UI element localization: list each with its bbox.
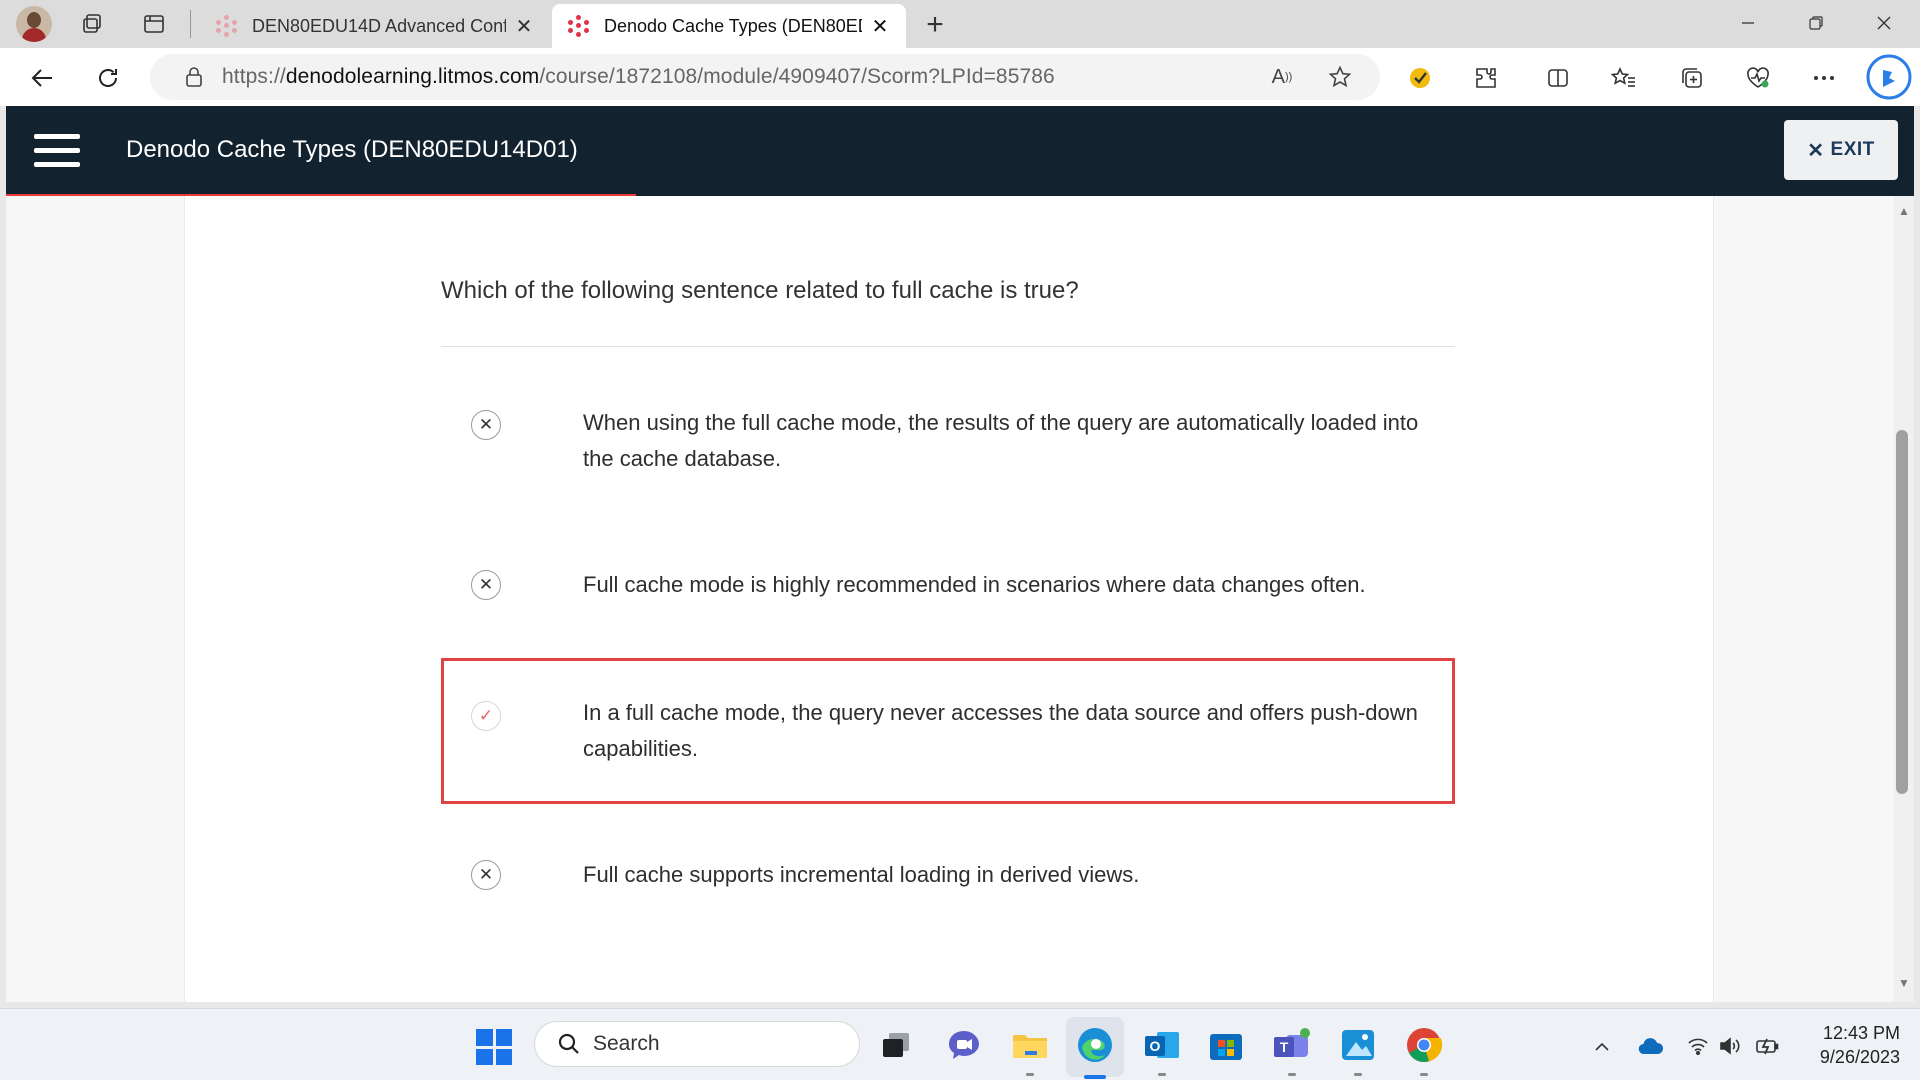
close-icon: ✕	[1807, 139, 1825, 162]
minimize-button[interactable]	[1714, 0, 1782, 46]
profile-avatar[interactable]	[16, 6, 52, 42]
clock-date: 9/26/2023	[1819, 1047, 1900, 1067]
close-window-button[interactable]	[1850, 0, 1918, 46]
windows-taskbar: Search O T 12:43 PM 9/26/2023	[0, 1008, 1920, 1080]
running-indicator	[1420, 1073, 1428, 1076]
incorrect-x-icon: ✕	[471, 860, 501, 890]
photos-icon[interactable]	[1336, 1023, 1380, 1067]
running-indicator	[1288, 1073, 1296, 1076]
active-app-indicator	[1084, 1075, 1106, 1079]
url-text[interactable]: https://denodolearning.litmos.com/course…	[222, 65, 1055, 89]
answer-option[interactable]: ✕ Full cache mode is highly recommended …	[441, 568, 1455, 624]
battery-charging-icon[interactable]	[1754, 1033, 1782, 1059]
tab-actions-icon[interactable]	[138, 8, 170, 40]
search-icon	[549, 1032, 589, 1056]
answer-option[interactable]: ✕ When using the full cache mode, the re…	[441, 396, 1455, 496]
more-options-icon[interactable]	[1806, 60, 1842, 96]
course-header: Denodo Cache Types (DEN80EDU14D01) ✕ EXI…	[6, 106, 1914, 196]
extensions-icon[interactable]	[1468, 60, 1504, 96]
course-title: Denodo Cache Types (DEN80EDU14D01)	[126, 136, 578, 163]
browser-toolbar: https://denodolearning.litmos.com/course…	[0, 48, 1920, 106]
extension-check-icon[interactable]	[1402, 60, 1438, 96]
incorrect-x-icon: ✕	[471, 570, 501, 600]
volume-icon[interactable]	[1718, 1033, 1744, 1059]
search-label: Search	[593, 1032, 660, 1055]
scroll-down-arrow-icon[interactable]: ▼	[1896, 976, 1912, 990]
exit-button[interactable]: ✕ EXIT	[1784, 120, 1898, 180]
answer-text: In a full cache mode, the query never ac…	[583, 700, 1418, 761]
scrollbar-thumb[interactable]	[1896, 430, 1908, 794]
correct-check-icon: ✓	[471, 701, 501, 731]
collections-icon[interactable]	[1674, 60, 1710, 96]
answer-text: Full cache mode is highly recommended in…	[583, 572, 1366, 597]
browser-tab-strip: DEN80EDU14D Advanced Config ✕ Denodo Cac…	[0, 0, 1920, 48]
close-tab-icon[interactable]: ✕	[512, 14, 536, 38]
onedrive-cloud-icon[interactable]	[1636, 1033, 1666, 1059]
bing-copilot-icon[interactable]	[1864, 52, 1914, 102]
taskbar-search[interactable]: Search	[534, 1021, 860, 1067]
answer-text: Full cache supports incremental loading …	[583, 862, 1140, 887]
quiz-question: Which of the following sentence related …	[441, 277, 1079, 304]
answer-text: When using the full cache mode, the resu…	[583, 410, 1419, 471]
tab-advanced-config[interactable]: DEN80EDU14D Advanced Config ✕	[200, 4, 550, 48]
running-indicator	[1158, 1073, 1166, 1076]
answer-option-correct[interactable]: ✓ In a full cache mode, the query never …	[441, 658, 1455, 804]
exit-label: EXIT	[1830, 139, 1875, 160]
file-explorer-icon[interactable]	[1008, 1023, 1052, 1067]
system-clock[interactable]: 12:43 PM 9/26/2023	[1790, 1021, 1900, 1069]
browser-essentials-icon[interactable]	[1740, 60, 1776, 96]
clock-time: 12:43 PM	[1822, 1023, 1900, 1043]
svg-text:O: O	[1150, 1038, 1161, 1054]
workspaces-icon[interactable]	[76, 8, 108, 40]
scroll-up-arrow-icon[interactable]: ▲	[1896, 204, 1912, 218]
back-button[interactable]	[24, 60, 60, 96]
lock-icon[interactable]	[174, 66, 214, 88]
new-tab-button[interactable]: +	[918, 8, 952, 42]
tab-title: DEN80EDU14D Advanced Config	[252, 15, 506, 36]
close-tab-icon[interactable]: ✕	[868, 14, 892, 38]
wifi-icon[interactable]	[1686, 1033, 1710, 1059]
teams-icon[interactable]: T	[1270, 1023, 1314, 1067]
denodo-favicon-icon	[216, 15, 238, 37]
tab-separator	[190, 10, 191, 38]
favorites-icon[interactable]	[1606, 60, 1642, 96]
answer-option[interactable]: ✕ Full cache supports incremental loadin…	[441, 858, 1455, 914]
menu-hamburger-icon[interactable]	[34, 134, 80, 168]
svg-text:T: T	[1280, 1039, 1289, 1055]
split-screen-icon[interactable]	[1540, 60, 1576, 96]
running-indicator	[1354, 1073, 1362, 1076]
address-bar[interactable]: https://denodolearning.litmos.com/course…	[150, 54, 1380, 100]
chevron-up-icon[interactable]	[1590, 1033, 1614, 1059]
question-divider	[441, 346, 1455, 347]
outlook-icon[interactable]: O	[1140, 1023, 1184, 1067]
microsoft-store-icon[interactable]	[1204, 1023, 1248, 1067]
running-indicator	[1026, 1073, 1034, 1076]
restore-button[interactable]	[1782, 0, 1850, 46]
tab-cache-types[interactable]: Denodo Cache Types (DEN80EDU ✕	[552, 4, 906, 48]
tab-title: Denodo Cache Types (DEN80EDU	[604, 15, 862, 36]
chat-icon[interactable]	[942, 1023, 986, 1067]
incorrect-x-icon: ✕	[471, 410, 501, 440]
edge-browser-icon[interactable]	[1073, 1023, 1117, 1067]
chrome-icon[interactable]	[1402, 1023, 1446, 1067]
windows-start-icon[interactable]	[476, 1029, 512, 1065]
read-aloud-icon[interactable]: A))	[1264, 59, 1300, 95]
refresh-button[interactable]	[90, 60, 126, 96]
favorite-star-icon[interactable]	[1322, 59, 1358, 95]
task-view-icon[interactable]	[874, 1023, 918, 1067]
denodo-favicon-icon	[568, 15, 590, 37]
